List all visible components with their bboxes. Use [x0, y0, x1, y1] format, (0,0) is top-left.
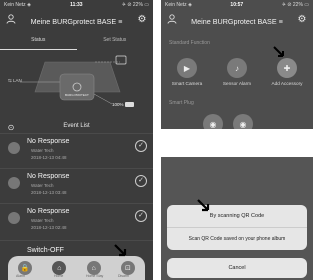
home-stay-icon[interactable]: ⌂	[86, 261, 101, 275]
page-title[interactable]: Meine BURGprotect BASE ≡	[0, 12, 153, 30]
gear-icon[interactable]: ⚙	[135, 12, 149, 26]
lan-label: ⇆ LAN	[8, 78, 22, 83]
lock-icon[interactable]: 🔒	[18, 261, 33, 275]
plug-icon: ◉	[233, 114, 253, 129]
left-phone-screen: Kein Netz ◈ 11:33 ✈ ⊘ 22% ▭ Meine BURGpr…	[0, 0, 153, 280]
mode-bar: 🔒 ⌂ ⌂ ⊡ Alarm Home Home Stay Disarm	[8, 256, 145, 280]
device-diagram: ⇆ LAN BURG PROTECT 100%	[0, 52, 153, 118]
event-time: 2018-12-13 04:48	[31, 155, 67, 160]
list-item[interactable]: No Response Water Tech 2018-12-13 02:48 …	[0, 203, 153, 234]
tab-bar: Status Set Status	[0, 34, 153, 50]
mode-label: Alarm	[16, 274, 26, 278]
battery-status: ✈ ⊘ 22% ▭	[121, 1, 149, 8]
section-title: Smart Plug	[169, 100, 194, 106]
tile-label: Sensor Alarm	[222, 81, 252, 86]
sensor-alarm-tile[interactable]: ♪ Sensor Alarm	[217, 58, 257, 86]
check-icon[interactable]: ✓	[135, 140, 147, 152]
mode-label: Disarm	[118, 274, 130, 278]
plug-icon: ◉	[203, 114, 223, 129]
battery-label: 100%	[112, 102, 124, 107]
event-title: No Response	[27, 208, 70, 215]
carrier-text: Kein Netz ◈	[4, 1, 31, 8]
tab-set-status[interactable]: Set Status	[77, 34, 154, 50]
scan-album-qr-option[interactable]: Scan QR Code saved on your phone album	[167, 228, 307, 250]
right-bottom-phone-screen: By scanning QR Code Scan QR Code saved o…	[161, 157, 313, 280]
pointer-arrow-icon	[197, 199, 210, 212]
pointer-arrow-icon	[273, 46, 284, 57]
scan-qr-code-option[interactable]: By scanning QR Code	[167, 205, 307, 228]
unlock-icon[interactable]: ⊡	[120, 261, 135, 275]
event-source: Water Tech	[31, 148, 54, 153]
pointer-arrow-icon	[114, 244, 127, 257]
add-accessory-tile[interactable]: ✚ Add Accessory	[267, 58, 307, 86]
tile-label: Add Accessory	[271, 81, 303, 86]
section-title: Standard Function	[169, 40, 210, 46]
plug-tile[interactable]: ◉	[223, 114, 263, 129]
bell-icon: ♪	[227, 58, 247, 78]
mode-label: Home	[54, 274, 64, 278]
check-icon[interactable]: ✓	[135, 210, 147, 222]
smart-camera-tile[interactable]: ▶ Smart Camera	[167, 58, 207, 86]
status-bar: Kein Netz ◈ 11:33 ✈ ⊘ 22% ▭	[0, 0, 153, 9]
event-title: Switch-OFF	[27, 247, 64, 254]
event-icon	[8, 142, 20, 154]
event-list-title: Event List	[63, 123, 90, 129]
home-icon[interactable]: ⌂	[52, 261, 67, 275]
tile-label: Smart Camera	[171, 81, 203, 86]
event-time: 2018-12-13 02:48	[31, 225, 67, 230]
battery-status: ✈ ⊘ 22% ▭	[281, 1, 309, 8]
cancel-button[interactable]: Cancel	[167, 258, 307, 278]
box-label: BURG PROTECT	[65, 93, 89, 97]
carrier-text: Kein Netz ◈	[165, 1, 192, 8]
event-icon	[8, 177, 20, 189]
event-title: No Response	[27, 138, 70, 145]
clock: 11:33	[70, 1, 83, 8]
event-source: Water Tech	[31, 183, 54, 188]
gear-icon[interactable]: ⚙	[295, 12, 309, 26]
right-top-phone-screen: Kein Netz ◈ 10:57 ✈ ⊘ 22% ▭ Meine BURGpr…	[161, 0, 313, 129]
event-icon	[8, 212, 20, 224]
camera-icon: ▶	[177, 58, 197, 78]
list-item[interactable]: No Response Water Tech 2018-12-13 03:48 …	[0, 168, 153, 199]
status-bar: Kein Netz ◈ 10:57 ✈ ⊘ 22% ▭	[161, 0, 313, 9]
clock: 10:57	[230, 1, 244, 8]
list-item[interactable]: No Response Water Tech 2018-12-13 04:48 …	[0, 133, 153, 164]
battery-icon	[125, 102, 134, 107]
page-title[interactable]: Meine BURGprotect BASE ≡	[161, 12, 313, 30]
event-title: No Response	[27, 173, 70, 180]
event-time: 2018-12-13 03:48	[31, 190, 67, 195]
check-icon[interactable]: ✓	[135, 175, 147, 187]
mode-label: Home Stay	[86, 274, 104, 278]
event-source: Water Tech	[31, 218, 54, 223]
tab-status[interactable]: Status	[0, 34, 77, 50]
shield-plus-icon: ✚	[277, 58, 297, 78]
